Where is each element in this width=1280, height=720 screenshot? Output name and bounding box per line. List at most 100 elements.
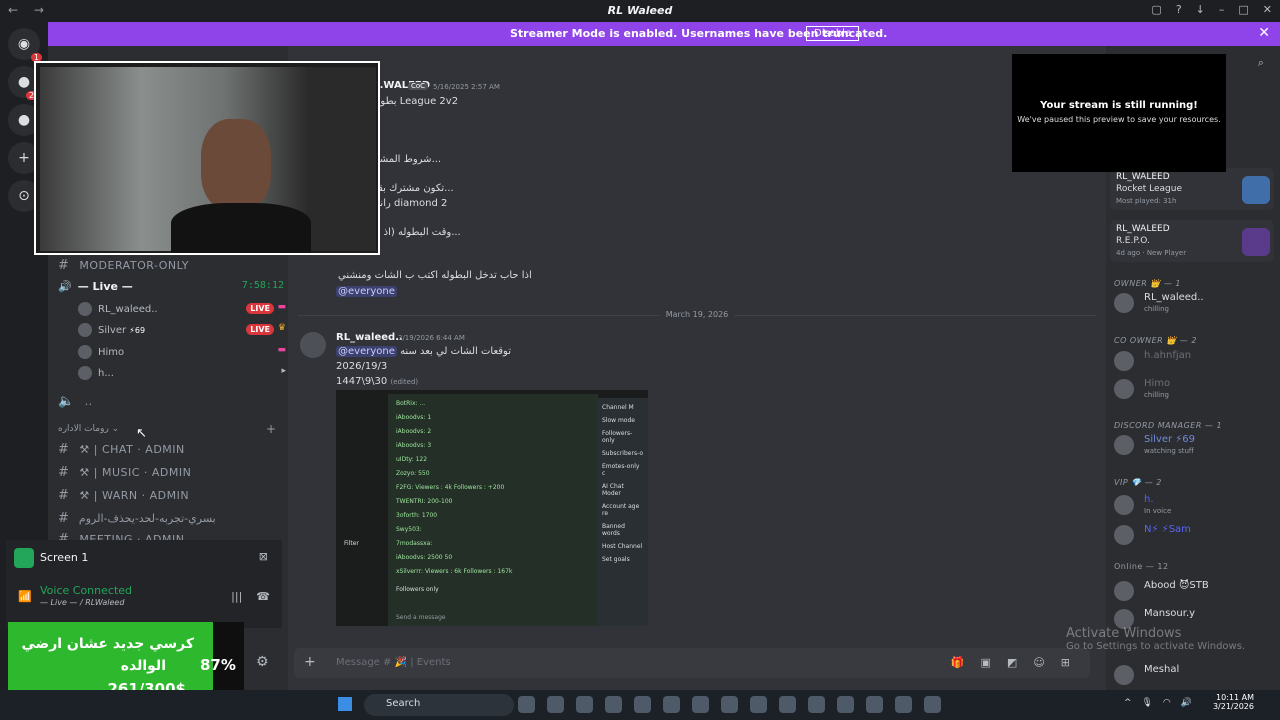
member-item[interactable]: h.ahnfjan — [1114, 348, 1274, 376]
activity-card-rocket-league[interactable]: RL_WALEED Rocket League Most played: 31h — [1110, 168, 1274, 210]
message-input[interactable]: Message # 🎉 | Events — [336, 657, 451, 668]
voice-user[interactable]: RL_waleed.. LIVE ▬ — [78, 302, 286, 318]
app-icon[interactable] — [924, 696, 941, 713]
category-admin[interactable]: رومات الاداره ⌄ + — [58, 422, 276, 436]
chrome-icon[interactable] — [895, 696, 912, 713]
discord-icon[interactable] — [663, 696, 680, 713]
mention-everyone[interactable]: @everyone — [336, 286, 397, 297]
file-explorer-icon[interactable] — [518, 696, 535, 713]
message-line: 1447\9\30 (edited) — [336, 376, 418, 387]
chevron-up-icon[interactable]: ^ — [1124, 698, 1132, 708]
taskbar-search-label: Search — [386, 698, 421, 709]
stream-icon: ▬ — [277, 302, 286, 312]
activity-card-repo[interactable]: RL_WALEED R.E.P.O. 4d ago · New Player — [1110, 220, 1274, 262]
folder-icon[interactable] — [605, 696, 622, 713]
discord-icon[interactable] — [866, 696, 883, 713]
photo-chat-row: 7modassxa: — [396, 540, 433, 547]
stop-stream-icon[interactable]: ⊠ — [259, 550, 268, 563]
avatar — [1114, 581, 1134, 601]
photo-menu-item: Slow mode — [602, 417, 635, 424]
inbox-icon[interactable]: ▢ — [1151, 3, 1161, 16]
search-icon[interactable]: ⌕ — [1258, 56, 1264, 70]
wifi-icon[interactable]: ◠ — [1163, 698, 1171, 708]
activity-game: Rocket League — [1116, 184, 1182, 194]
member-item[interactable]: Meshal — [1114, 662, 1274, 690]
member-item[interactable]: RL_waleed.. chilling — [1114, 290, 1274, 318]
channel-moderator-only[interactable]: # MODERATOR-ONLY — [58, 258, 189, 273]
voice-user[interactable]: h... ▸ — [78, 366, 286, 382]
member-item[interactable]: h. In voice — [1114, 492, 1274, 520]
youtube-icon[interactable] — [837, 696, 854, 713]
taskbar-clock[interactable]: 10:11 AM 3/21/2026 — [1213, 693, 1254, 711]
add-channel-icon[interactable]: + — [266, 422, 276, 436]
photo-menu-item: Host Channel — [602, 543, 643, 550]
apps-icon[interactable]: ⊞ — [1061, 656, 1070, 669]
avatar[interactable] — [300, 332, 326, 358]
gift-icon[interactable]: 🎁 — [951, 656, 965, 669]
mic-icon[interactable]: 🎙 — [1141, 698, 1152, 708]
attachment-image[interactable]: BotRix: ... iAboodvs: 1 iAboodvs: 2 iAbo… — [336, 390, 648, 626]
minimize-icon[interactable]: – — [1219, 3, 1225, 16]
pinterest-icon[interactable] — [634, 696, 651, 713]
emoji-icon[interactable]: ☺ — [1033, 656, 1044, 669]
message-author[interactable]: RL_waleed.. — [336, 332, 403, 343]
gif-icon[interactable]: ▣ — [981, 656, 991, 669]
window-title: RL Waleed — [607, 4, 673, 17]
app-icon[interactable] — [692, 696, 709, 713]
app-icon[interactable] — [547, 696, 564, 713]
photo-menu-item: Subscribers-o — [602, 450, 644, 457]
mention-text: @everyone — [336, 286, 397, 297]
channel-test[interactable]: # بسري-تجربه-لحد-يحذف-الروم — [58, 511, 216, 526]
close-banner-icon[interactable]: ✕ — [1258, 25, 1270, 41]
member-item[interactable]: N⚡ ⚡Sam — [1114, 522, 1274, 550]
voice-channel-live[interactable]: 🔊 — Live — 7:58:12 — [58, 280, 284, 293]
taskbar-search[interactable]: Search — [364, 694, 514, 716]
member-item[interactable]: Silver ⚡69 watching stuff — [1114, 432, 1274, 460]
avatar — [78, 323, 92, 337]
live-badge: LIVE — [246, 324, 274, 335]
chrome-icon[interactable] — [750, 696, 767, 713]
download-icon[interactable]: ↓ — [1196, 3, 1205, 16]
photo-chat-row: xSilverrr: Viewers : 6k Followers : 167k — [396, 568, 513, 575]
member-item[interactable]: Himo chilling — [1114, 376, 1274, 404]
photo-chat-row: iAboodvs: 2 — [396, 428, 432, 435]
hash-icon: # — [58, 511, 69, 526]
avatar — [1114, 293, 1134, 313]
channel-music-admin[interactable]: # ⚒ | MUSIC · ADMIN — [58, 465, 191, 480]
app-icon[interactable] — [721, 696, 738, 713]
help-icon[interactable]: ? — [1176, 3, 1182, 16]
photo-chat-row: Swy503: — [396, 526, 422, 533]
signal-icon[interactable]: 📶 — [18, 590, 32, 603]
message-composer[interactable]: + Message # 🎉 | Events 🎁 ▣ ◩ ☺ ⊞ — [294, 648, 1090, 678]
maximize-icon[interactable]: □ — [1238, 3, 1248, 16]
noise-suppression-icon[interactable]: ||| — [231, 590, 242, 603]
activity-game: R.E.P.O. — [1116, 236, 1150, 246]
voice-user[interactable]: Himo ▬ — [78, 345, 286, 361]
voice-channel-dots[interactable]: 🔈.. — [58, 394, 93, 409]
volume-icon[interactable]: 🔊 — [1181, 698, 1192, 708]
rocket-league-icon — [1242, 176, 1270, 204]
add-attachment-icon[interactable]: + — [304, 654, 316, 670]
photo-chat-row: Zozyo: 550 — [396, 470, 430, 477]
sticker-icon[interactable]: ◩ — [1007, 656, 1017, 669]
member-item[interactable]: Abood 😈STB — [1114, 578, 1274, 606]
message-timestamp: 5/16/2025 2:57 AM — [433, 83, 500, 91]
voice-connected-label[interactable]: Voice Connected — [40, 584, 132, 597]
disable-button[interactable]: Disable — [806, 26, 860, 41]
avatar — [1114, 351, 1134, 371]
app-icon[interactable] — [808, 696, 825, 713]
voice-user[interactable]: Silver ⚡69 LIVE ♛ — [78, 323, 286, 339]
discord-home-icon[interactable]: ◉ 1 — [8, 28, 42, 62]
playstation-icon: ▸ — [281, 366, 286, 376]
app-icon[interactable] — [779, 696, 796, 713]
channel-warn-admin[interactable]: # ⚒ | WARN · ADMIN — [58, 488, 189, 503]
channel-chat-admin[interactable]: # ⚒ | CHAT · ADMIN — [58, 442, 185, 457]
mention-text[interactable]: @everyone — [336, 346, 397, 357]
settings-gear-icon[interactable]: ⚙ — [256, 654, 269, 670]
streamer-mode-banner: Streamer Mode is enabled. Usernames have… — [48, 22, 1280, 46]
member-name: Abood 😈STB — [1144, 580, 1209, 591]
steam-icon[interactable] — [576, 696, 593, 713]
windows-start-icon[interactable] — [338, 697, 352, 711]
disconnect-icon[interactable]: ☎ — [256, 590, 270, 603]
close-window-icon[interactable]: ✕ — [1263, 3, 1272, 16]
